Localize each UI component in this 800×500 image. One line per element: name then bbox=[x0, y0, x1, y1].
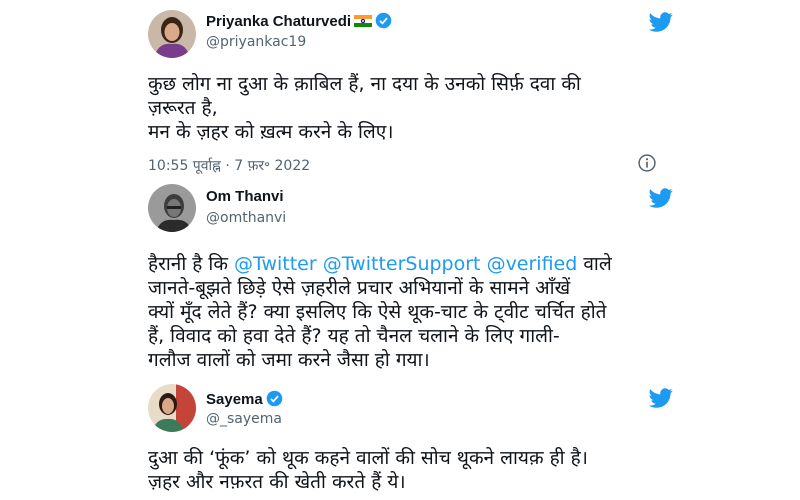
author-name[interactable]: Sayema bbox=[206, 390, 283, 408]
info-icon[interactable] bbox=[637, 153, 657, 173]
avatar[interactable] bbox=[148, 384, 196, 432]
tweet-line: गलौज वालों को जमा करने जैसा हो गया। bbox=[148, 349, 430, 371]
tweet-line: ज़रूरत है, bbox=[148, 97, 218, 119]
tweet-line: कुछ लोग ना दुआ के क़ाबिल हैं, ना दया के … bbox=[148, 73, 581, 95]
tweet-text: कुछ लोग ना दुआ के क़ाबिल हैं, ना दया के … bbox=[148, 72, 581, 144]
tweet-line: क्यों मूँद लेते हैं? क्या इसलिए कि ऐसे थ… bbox=[148, 301, 607, 323]
author-name[interactable]: Priyanka Chaturvedi bbox=[206, 12, 392, 30]
author-name-text[interactable]: Sayema bbox=[206, 391, 263, 408]
author-handle[interactable]: @omthanvi bbox=[206, 210, 286, 226]
author-name-text[interactable]: Priyanka Chaturvedi bbox=[206, 13, 351, 30]
author-name-text[interactable]: Om Thanvi bbox=[206, 188, 284, 205]
author-name[interactable]: Om Thanvi bbox=[206, 188, 284, 205]
tweet-line: ज़हर और नफ़रत की खेती करते हैं ये। bbox=[148, 471, 406, 493]
tweet-sayema: Sayema @_sayema दुआ की ‘फूंक’ को थूक कहन… bbox=[134, 382, 679, 500]
tweet-text: दुआ की ‘फूंक’ को थूक कहने वालों की सोच थ… bbox=[148, 446, 588, 494]
tweet-line: हैरानी है कि @Twitter @TwitterSupport @v… bbox=[148, 252, 612, 276]
mention-link[interactable]: @verified bbox=[487, 253, 578, 275]
twitter-bird-icon[interactable] bbox=[649, 386, 673, 410]
india-flag-icon bbox=[354, 15, 373, 27]
mention-link[interactable]: @Twitter bbox=[234, 253, 317, 275]
text-segment: हैरानी है कि bbox=[148, 253, 228, 275]
tweet-priyanka: Priyanka Chaturvedi @priyankac19 कुछ लोग… bbox=[134, 0, 679, 185]
text-segment: वाले bbox=[583, 253, 612, 275]
tweet-line: दुआ की ‘फूंक’ को थूक कहने वालों की सोच थ… bbox=[148, 447, 588, 469]
tweet-om-thanvi: Om Thanvi @omthanvi हैरानी है कि @Twitte… bbox=[134, 180, 679, 380]
avatar[interactable] bbox=[148, 10, 196, 58]
twitter-bird-icon[interactable] bbox=[649, 10, 673, 34]
avatar[interactable] bbox=[148, 184, 196, 232]
tweet-line: मन के ज़हर को ख़त्म करने के लिए। bbox=[148, 121, 394, 143]
author-handle[interactable]: @priyankac19 bbox=[206, 34, 306, 50]
tweet-text: हैरानी है कि @Twitter @TwitterSupport @v… bbox=[148, 252, 612, 372]
tweet-line: जानते-बूझते छिड़े ऐसे ज़हरीले प्रचार अभि… bbox=[148, 277, 571, 299]
author-handle[interactable]: @_sayema bbox=[206, 411, 282, 427]
mention-link[interactable]: @TwitterSupport bbox=[323, 253, 481, 275]
verified-badge-icon bbox=[375, 12, 392, 29]
timestamp[interactable]: 10:55 पूर्वाह्न · 7 फ़र॰ 2022 bbox=[148, 156, 310, 175]
twitter-bird-icon[interactable] bbox=[649, 186, 673, 210]
tweet-line: हैं, विवाद को हवा देते हैं? यह तो चैनल च… bbox=[148, 325, 560, 347]
verified-badge-icon bbox=[266, 390, 283, 407]
